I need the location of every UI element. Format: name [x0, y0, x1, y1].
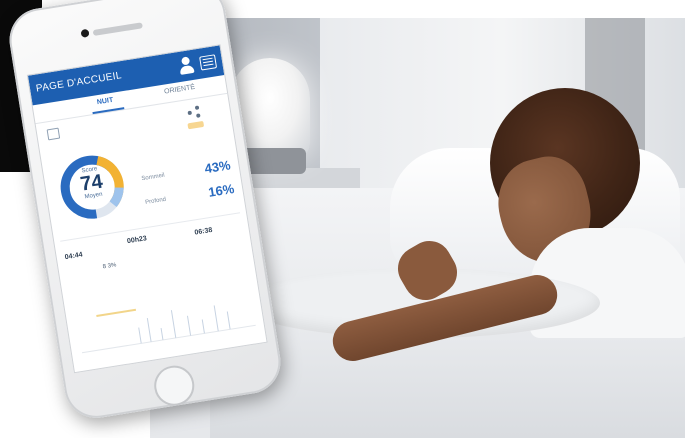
- metric-label: Sommeil: [141, 172, 166, 183]
- stat-bedtime: 04:44: [64, 251, 84, 262]
- phone-screen: PAGE D'ACCUEIL NUIT ORIENTÉ Score 74 Moy…: [26, 44, 268, 374]
- earpiece-speaker: [92, 22, 143, 37]
- home-button[interactable]: [151, 362, 198, 409]
- stat-duration: 00h23: [126, 235, 148, 246]
- user-icon[interactable]: [177, 56, 196, 76]
- page-title: PAGE D'ACCUEIL: [35, 70, 123, 95]
- front-camera: [80, 28, 90, 38]
- share-icon[interactable]: [187, 105, 201, 119]
- tab-oriented[interactable]: ORIENTÉ: [164, 84, 196, 96]
- sleep-score-ring: Score 74 Moyen: [53, 148, 131, 226]
- tab-night[interactable]: NUIT: [96, 97, 113, 106]
- calendar-icon[interactable]: [46, 127, 61, 141]
- stat-extra: 8 3%: [102, 262, 117, 271]
- stat-wake: 06:38: [194, 226, 213, 237]
- metric-value: 43%: [203, 157, 232, 177]
- metric-row-deep: Profond 16%: [144, 180, 239, 211]
- score-center: Score 74 Moyen: [71, 165, 112, 202]
- metric-value: 16%: [207, 180, 236, 200]
- highlight-chip: [187, 120, 205, 130]
- menu-icon[interactable]: [199, 54, 218, 71]
- metric-label: Profond: [144, 196, 167, 206]
